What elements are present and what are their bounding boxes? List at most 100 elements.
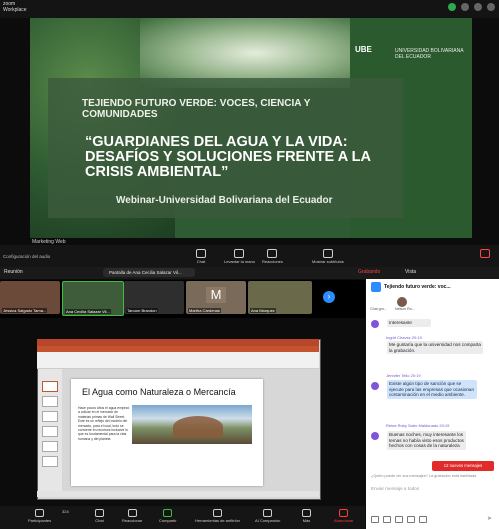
avatar [371,320,379,328]
ube-logo: UBE [355,45,372,54]
document-slide-title: El Agua como Naturaleza o Mercancía [82,387,236,397]
chat-button[interactable]: Chat [95,509,104,523]
chat-sender: Jennifer Tello 20:19 [386,373,421,378]
react-button[interactable]: Reaccionar [122,509,142,523]
format-icon[interactable] [371,515,379,523]
recording-indicator[interactable]: Grabando [358,269,380,275]
more-icon[interactable] [419,515,427,523]
sparkle-icon [263,509,273,517]
hand-icon [234,249,245,258]
send-icon[interactable]: ➤ [487,515,494,522]
security-icon[interactable] [448,3,456,11]
slide-thumbnail[interactable] [42,381,58,392]
participants-icon [35,509,45,517]
slide-tagline: TEJIENDO FUTURO VERDE: VOCES, CIENCIA Y … [82,98,311,120]
avatar [371,382,379,390]
powerpoint-titlebar [37,339,319,346]
maximize-icon[interactable] [474,3,482,11]
slide-thumbnail[interactable] [42,396,58,407]
next-participants-icon[interactable]: › [323,291,335,303]
minimize-icon[interactable] [461,3,469,11]
chat-title[interactable]: Tejiendo futuro verde: voc... [384,284,451,290]
leave-label: Abandonar [334,518,354,523]
chat-icon [95,509,104,517]
captions-icon [322,249,333,258]
host-tools-label: Herramientas de anfitrión [195,518,240,523]
reactions-icon [267,249,278,258]
close-icon[interactable] [487,3,495,11]
chat-input[interactable]: Enviar mensaje a todos [371,486,494,498]
slide-title: “GUARDIANES DEL AGUA Y LA VIDA: DESAFÍOS… [85,134,371,180]
react-label: Reaccionar [122,518,143,523]
chat-message: Me gustaría que la universidad nos compa… [387,341,483,355]
avatar [397,297,407,307]
participant-initial: M [206,287,226,303]
participant-tile[interactable]: M Martha Cárdenas [186,281,246,314]
leave-icon [480,249,490,258]
chat-header-caption-2: Nelson Ro... [395,307,415,311]
slide-thumbnail[interactable] [42,456,58,467]
meeting-title: Reunión [4,269,23,275]
new-messages-button[interactable]: 12 nuevos mensajes [432,461,494,471]
chat-label: Chat [95,518,104,523]
screenshot-icon[interactable] [395,515,403,523]
powerpoint-statusbar [37,491,319,497]
leave-icon [339,509,349,517]
zoom-logo: zoom Workplace [3,1,27,13]
document-slide-body: Hace pocos años el agua empezó a cotizar… [78,406,130,441]
slide-thumbnail[interactable] [42,411,58,422]
more-icon [302,509,311,517]
participants-button[interactable]: Participantes [28,509,51,523]
participant-name: Ana Cecilia Salazar Vil... [65,309,111,314]
leave-button-top[interactable] [480,249,490,259]
subtitles-label: Mostrar subtítulos [312,259,344,264]
heart-icon [127,509,137,517]
powerpoint-ribbon[interactable] [37,352,319,369]
chat-message: Buenas noches, muy interesante los temas… [387,431,466,450]
participant-tile[interactable]: Ana Marquez [248,281,312,314]
participant-tile[interactable]: Taroom Brandon [124,281,184,314]
chat-icon [196,249,206,258]
slide-webinar-subtitle: Webinar-Universidad Bolivariana del Ecua… [116,195,333,206]
participants-count: 324 [62,509,69,514]
reactions-label: Reacciones [262,259,283,264]
window-controls [448,3,495,11]
tree-trunk-shape [173,416,223,438]
share-label: Compartir [159,518,177,523]
chat-sender: Reina Ruby Saler Maldonado 20:19 [386,423,450,428]
leave-button[interactable]: Abandonar [334,509,354,523]
meeting-header [0,267,499,279]
subtitles-button[interactable]: Mostrar subtítulos [312,249,344,264]
more-button[interactable]: Más [302,509,311,523]
chat-message: Interesante [387,319,431,327]
chat-group-icon[interactable] [371,282,381,292]
participant-tile-active[interactable]: Ana Cecilia Salazar Vil... [62,281,124,316]
host-tools-button[interactable]: Herramientas de anfitrión [195,509,240,523]
participant-name: Jessica Salgado Tama... [2,308,48,313]
chat-visibility-note[interactable]: ¿Quién puede ver sus mensajes? La grabac… [371,474,496,479]
participant-name: Ana Marquez [250,308,276,313]
zoom-top-bar [0,0,499,18]
raise-hand-button[interactable]: Levantar la mano [224,249,255,264]
screen-share-indicator[interactable]: Pantalla de Ana Cecilia Salazar Vil... [103,268,195,277]
avatar [371,432,379,440]
share-button[interactable]: Compartir [159,509,177,523]
participant-name: Martha Cárdenas [188,308,221,313]
view-button[interactable]: Vista [405,269,416,275]
chat-message: Existe algún tipo de sanción que se ejec… [387,380,477,399]
more-label: Más [302,518,311,523]
participant-name: Taroom Brandon [126,308,158,313]
audio-config-label[interactable]: Configuración del audio [3,254,50,259]
file-icon[interactable] [407,515,415,523]
zoom-logo-line2: Workplace [3,7,27,13]
chat-sender: Ingrid Chavez 20:19 [386,335,422,340]
participant-tile[interactable]: Jessica Salgado Tama... [0,281,60,314]
chat-button-top[interactable]: Chat [196,249,206,264]
reactions-button-top[interactable]: Reacciones [262,249,283,264]
slide-thumbnail[interactable] [42,441,58,452]
raise-hand-label: Levantar la mano [224,259,255,264]
slide-thumbnail[interactable] [42,426,58,437]
ai-companion-button[interactable]: AI Companion [255,509,280,523]
university-name: UNIVERSIDAD BOLIVARIANA DEL ECUADOR [395,48,464,60]
emoji-icon[interactable] [383,515,391,523]
